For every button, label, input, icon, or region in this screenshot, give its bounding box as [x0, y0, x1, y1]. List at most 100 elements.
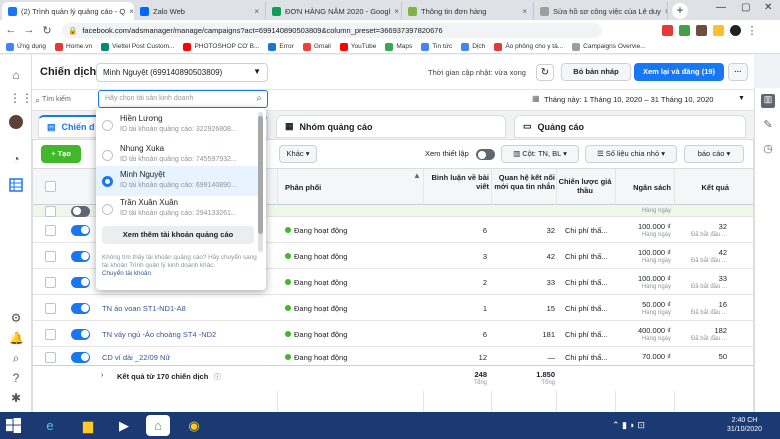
notifications-bell-icon[interactable]: 🔔 — [9, 331, 24, 345]
review-publish-button[interactable]: Xem lại và đăng (19) — [634, 63, 724, 81]
column-budget[interactable]: Ngân sách — [615, 183, 671, 192]
table-row[interactable]: TN váy ngủ -Áo choàng ST4 -ND2 Đang hoạt … — [33, 321, 753, 347]
profile-avatar[interactable] — [730, 24, 741, 36]
close-tab-icon[interactable]: × — [522, 7, 527, 16]
switch-account-link[interactable]: Chuyển tài khoản — [102, 270, 260, 278]
close-tab-icon[interactable]: × — [254, 7, 259, 16]
windows-start-icon[interactable] — [6, 418, 21, 433]
account-avatar[interactable] — [9, 115, 23, 129]
table-view-icon[interactable] — [9, 178, 23, 192]
breakdown-button[interactable]: ☰ Số liệu chia nhỏ ▾ — [585, 145, 677, 163]
extension-icon[interactable] — [662, 24, 673, 36]
refresh-icon[interactable]: ↻ — [536, 64, 554, 81]
bookmark-tshirt[interactable]: Áo phông cho y tá... — [494, 42, 563, 51]
dashboard-icon[interactable]: ◔ — [9, 152, 23, 166]
url-field[interactable]: 🔒 facebook.com/adsmanager/manage/campaig… — [62, 22, 602, 38]
extension-icon[interactable] — [713, 24, 724, 36]
campaign-status-toggle[interactable] — [71, 224, 90, 236]
media-player-icon[interactable]: ▶ — [112, 415, 136, 436]
campaign-status-toggle[interactable] — [71, 205, 90, 217]
row-checkbox[interactable] — [45, 250, 56, 262]
menu-icon[interactable]: ⋮ — [745, 24, 759, 37]
more-actions-button[interactable]: Khác ▾ — [279, 145, 317, 163]
row-checkbox[interactable] — [45, 328, 56, 340]
sort-icon[interactable]: ▲ — [413, 171, 421, 180]
system-clock[interactable]: 2:40 CH 31/10/2020 — [727, 416, 762, 434]
back-icon[interactable]: ← — [4, 24, 18, 36]
file-explorer-icon[interactable]: ▆ — [76, 415, 100, 436]
forward-icon[interactable]: → — [22, 24, 36, 36]
expand-chevron-icon[interactable]: › — [101, 372, 103, 379]
bookmark-campaigns[interactable]: Campaigns Overvie... — [572, 42, 646, 51]
date-range-picker[interactable]: Tháng này: 1 Tháng 10, 2020 – 31 Tháng 1… — [544, 95, 713, 104]
campaign-name-link[interactable]: CD ví dài _22/09 Nữ — [102, 353, 170, 362]
bug-report-icon[interactable]: ✱ — [9, 391, 23, 405]
bookmark-youtube[interactable]: YouTube — [339, 42, 376, 51]
bookmark-photoshop[interactable]: PHOTOSHOP CƠ B... — [183, 42, 259, 51]
radio-button[interactable] — [102, 120, 113, 131]
scrollbar-thumb[interactable] — [258, 116, 263, 234]
campaign-status-toggle[interactable] — [71, 302, 90, 314]
app-icon[interactable]: ⌂ — [146, 415, 170, 436]
chrome-icon[interactable]: ◉ — [182, 415, 206, 436]
radio-button-selected[interactable] — [102, 176, 113, 187]
column-messaging-connections[interactable]: Quan hệ kết nối mới qua tin nhắn — [493, 173, 555, 191]
tab-ads[interactable]: ▭ Quảng cáo — [514, 115, 746, 138]
table-row[interactable]: CD ví dài _22/09 Nữ Đang hoạt động 12 — Chi … — [33, 347, 753, 367]
minimize-icon[interactable]: — — [716, 2, 726, 13]
bookmark-error[interactable]: Error — [268, 42, 294, 51]
radio-button[interactable] — [102, 150, 113, 161]
tab-ad-sets[interactable]: ▦ Nhóm quảng cáo — [276, 115, 506, 138]
account-option-tran-xuan-xuan[interactable]: Trần Xuân Xuân ID tài khoản quảng cáo: 2… — [96, 194, 258, 224]
business-asset-search-input[interactable]: Hãy chọn tài sản kinh doanh ⌕ — [98, 90, 268, 108]
bookmark-apps[interactable]: Ứng dụng — [6, 42, 46, 51]
more-options-button[interactable]: ··· — [728, 63, 748, 81]
browser-tab-sheets[interactable]: ĐƠN HÀNG NĂM 2020 - Googl × — [266, 2, 402, 20]
row-checkbox[interactable] — [45, 276, 56, 288]
ad-account-selector[interactable]: Minh Nguyệt (699140890503809) ▼ — [96, 63, 268, 82]
internet-explorer-icon[interactable]: e — [38, 415, 62, 436]
browser-tab-zalo[interactable]: Zalo Web × — [134, 2, 266, 20]
bookmark-translate[interactable]: Dịch — [461, 42, 485, 51]
maximize-icon[interactable]: ▢ — [741, 2, 750, 13]
campaign-status-toggle[interactable] — [71, 250, 90, 262]
system-tray-icons[interactable]: ⌃ ▮ ◗ ⊡ — [612, 420, 645, 431]
info-icon[interactable]: ⓘ — [214, 372, 221, 382]
bookmark-news[interactable]: Tin tức — [421, 42, 452, 51]
extension-icon[interactable] — [679, 24, 690, 36]
view-setup-toggle[interactable] — [476, 149, 495, 160]
create-button[interactable]: + Tạo — [41, 145, 81, 163]
grid-menu-icon[interactable]: ⋮⋮ — [9, 91, 33, 105]
campaign-status-toggle[interactable] — [71, 276, 90, 288]
column-bid-strategy[interactable]: Chiến lược giá thầu — [557, 173, 613, 195]
row-checkbox[interactable] — [45, 302, 56, 314]
table-row[interactable]: TN áo voan ST1-ND1-A8 Đang hoạt động 1 15 Ch… — [33, 295, 753, 321]
browser-tab-profile[interactable]: Sửa hồ sơ công việc của Lê duy × — [534, 2, 668, 20]
column-results[interactable]: Kết quả — [683, 183, 729, 192]
bookmark-viettel[interactable]: Viettel Post Custom... — [101, 42, 174, 51]
reload-icon[interactable]: ↻ — [40, 24, 54, 37]
campaign-name-link[interactable]: TN áo voan ST1-ND1-A8 — [102, 304, 186, 313]
row-checkbox[interactable] — [45, 224, 56, 236]
bookmark-maps[interactable]: Maps — [385, 42, 412, 51]
bookmark-homevn[interactable]: Home.vn — [55, 42, 92, 51]
reports-button[interactable]: báo cáo ▾ — [684, 145, 744, 163]
browser-tab-ads-manager[interactable]: (2) Trình quản lý quảng cáo - Q × — [2, 2, 134, 20]
edit-pencil-icon[interactable]: ✎ — [761, 118, 775, 132]
search-icon[interactable]: ⌕ — [9, 351, 23, 365]
home-icon[interactable]: ⌂ — [9, 68, 23, 82]
campaign-status-toggle[interactable] — [71, 351, 90, 363]
bookmark-gmail[interactable]: Gmail — [302, 42, 331, 51]
new-tab-button[interactable]: + — [672, 3, 688, 19]
close-tab-icon[interactable]: × — [665, 7, 667, 16]
radio-button[interactable] — [102, 204, 113, 215]
close-tab-icon[interactable]: × — [394, 7, 399, 16]
extension-icon[interactable] — [696, 24, 707, 36]
campaign-status-toggle[interactable] — [71, 328, 90, 340]
column-comments[interactable]: Bình luận về bài viết — [425, 173, 489, 191]
row-checkbox[interactable] — [45, 205, 56, 217]
settings-gear-icon[interactable]: ⚙ — [9, 311, 23, 325]
account-option-hien-luong[interactable]: Hiền Lương ID tài khoản quảng cáo: 32292… — [96, 110, 258, 140]
row-checkbox[interactable] — [45, 351, 56, 363]
discard-drafts-button[interactable]: Bỏ bản nháp — [561, 63, 631, 81]
